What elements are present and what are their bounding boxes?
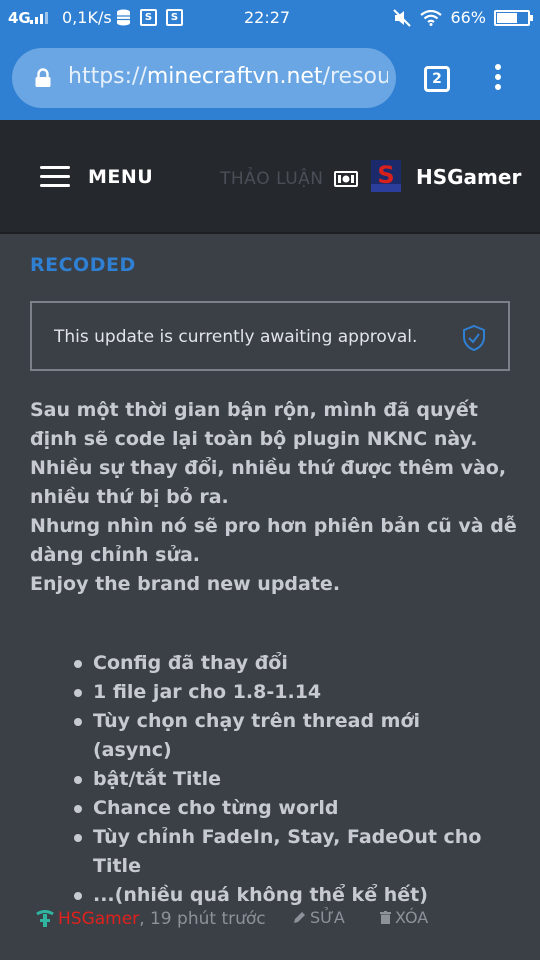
notification-s-icon: S [166, 9, 183, 26]
nav-discussion[interactable]: THẢO LUẬN [220, 169, 324, 189]
url-host: minecraftvn.net [146, 64, 323, 89]
edit-label: SỬA [310, 908, 345, 927]
svg-text:S: S [377, 161, 394, 189]
staff-icon [36, 910, 54, 927]
notification-s-icon: S [140, 9, 157, 26]
list-item: Config đã thay đổi [74, 649, 503, 678]
edit-button[interactable]: SỬA [293, 908, 345, 927]
url-scheme: https:// [68, 64, 147, 89]
username[interactable]: HSGamer [416, 165, 521, 189]
trash-icon [380, 911, 391, 924]
delete-button[interactable]: XÓA [380, 908, 428, 927]
author-link[interactable]: HSGamer [58, 909, 139, 929]
feature-list: Config đã thay đổi 1 file jar cho 1.8-1.… [74, 649, 503, 910]
storage-icon [117, 9, 130, 26]
url-path: /resou [322, 64, 388, 89]
status-bar: 4G 0,1K/s S S 22:27 66% [0, 0, 540, 36]
list-item: Tùy chỉnh FadeIn, Stay, FadeOut cho Titl… [74, 823, 503, 881]
network-speed: 0,1K/s [62, 8, 112, 27]
browser-toolbar: https://minecraftvn.net/resou 2 [0, 36, 540, 120]
description-paragraph: Nhưng nhìn nó sẽ pro hơn phiên bản cũ và… [30, 515, 517, 566]
pencil-icon [294, 912, 305, 923]
battery-percent: 66% [450, 8, 486, 27]
post-meta: HSGamer , 19 phút trước [34, 908, 266, 930]
description-paragraph: Nhiều sự thay đổi, nhiều thứ được thêm v… [30, 457, 507, 508]
lock-icon [35, 68, 51, 87]
overflow-menu-icon[interactable] [494, 64, 502, 94]
list-item: 1 file jar cho 1.8-1.14 [74, 678, 503, 707]
list-item: ...(nhiều quá không thể kể hết) [74, 881, 503, 910]
tabs-icon[interactable]: 2 [424, 66, 450, 92]
url-text: https://minecraftvn.net/resou [68, 64, 388, 89]
version-title: RECODED [30, 254, 136, 276]
clock: 22:27 [244, 8, 291, 27]
approval-notice: This update is currently awaiting approv… [30, 301, 510, 371]
description-paragraph: Sau một thời gian bận rộn, mình đã quyết… [30, 399, 478, 450]
menu-label: MENU [88, 166, 154, 188]
mute-icon [393, 8, 412, 27]
shield-check-icon [463, 325, 485, 351]
network-type: 4G [8, 9, 31, 27]
delete-label: XÓA [395, 908, 429, 927]
cash-icon[interactable] [334, 171, 358, 187]
url-field[interactable]: https://minecraftvn.net/resou [12, 48, 396, 108]
description-paragraph: Enjoy the brand new update. [30, 573, 341, 595]
wifi-icon [420, 9, 443, 26]
list-item: bật/tắt Title [74, 765, 503, 794]
battery-icon [494, 9, 533, 26]
notice-text: This update is currently awaiting approv… [54, 327, 418, 347]
avatar[interactable]: S [371, 160, 401, 192]
menu-button[interactable]: MENU [40, 166, 153, 188]
update-description: Sau một thời gian bận rộn, mình đã quyết… [30, 396, 520, 599]
site-header: MENU THẢO LUẬN S HSGamer [0, 120, 540, 234]
list-item: Chance cho từng world [74, 794, 503, 823]
signal-icon [30, 12, 48, 24]
list-item: Tùy chọn chạy trên thread mới (async) [74, 707, 503, 765]
post-time: , 19 phút trước [139, 909, 266, 929]
hamburger-icon [40, 166, 70, 188]
